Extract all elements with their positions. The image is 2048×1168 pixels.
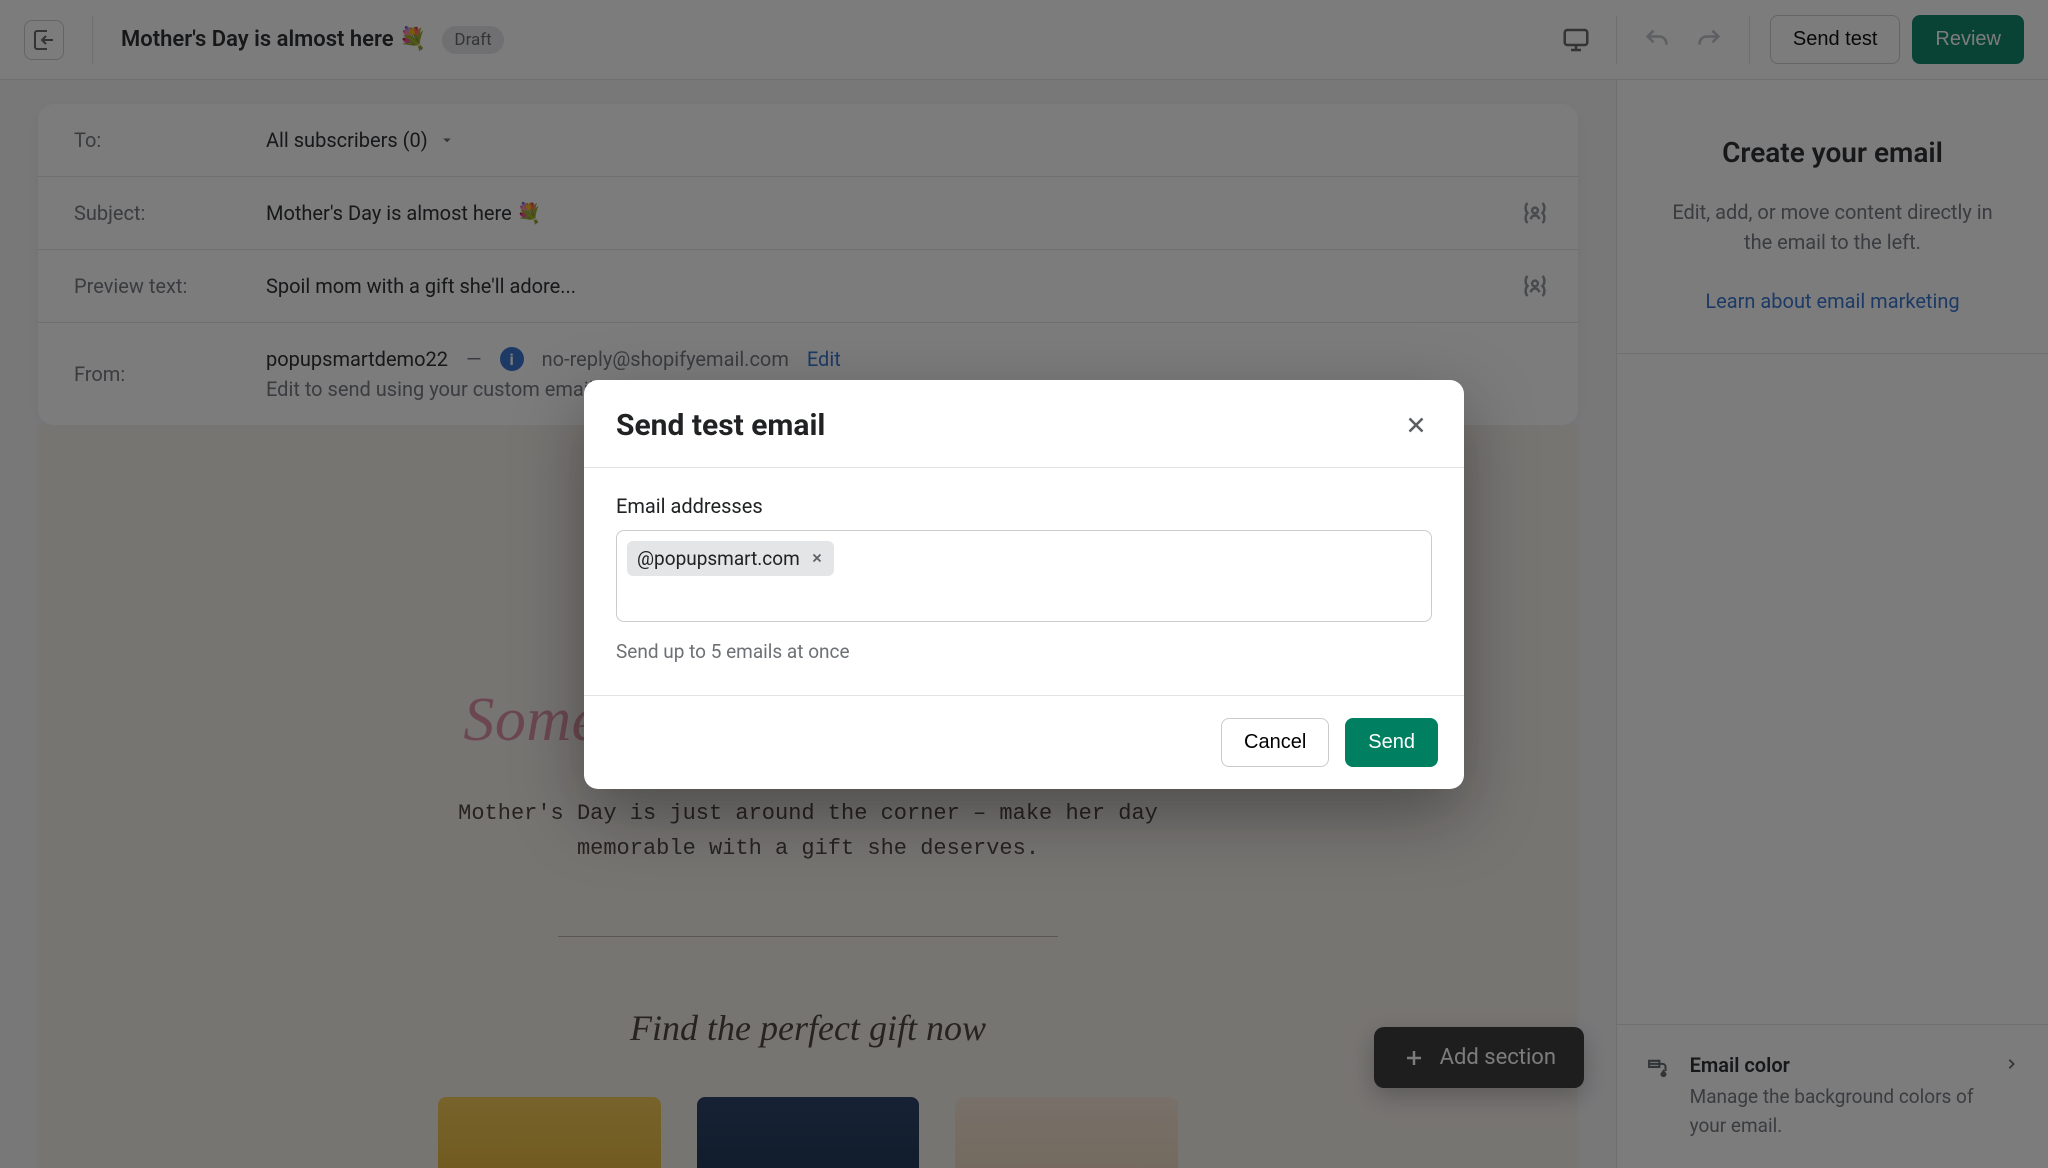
modal-body: Email addresses @popupsmart.com Send up … (584, 468, 1464, 695)
email-chip-value: @popupsmart.com (637, 547, 800, 570)
cancel-button[interactable]: Cancel (1221, 718, 1329, 767)
modal-header: Send test email (584, 380, 1464, 468)
modal-close-button[interactable] (1400, 409, 1432, 441)
modal-backdrop[interactable]: Send test email Email addresses @popupsm… (0, 0, 2048, 1168)
email-help-text: Send up to 5 emails at once (616, 640, 1432, 663)
close-icon (1403, 412, 1429, 438)
email-chip[interactable]: @popupsmart.com (627, 541, 834, 576)
send-test-modal: Send test email Email addresses @popupsm… (584, 380, 1464, 789)
modal-title: Send test email (616, 408, 825, 443)
email-addresses-input[interactable]: @popupsmart.com (616, 530, 1432, 622)
close-icon (810, 551, 824, 565)
email-addresses-label: Email addresses (616, 494, 1432, 518)
modal-footer: Cancel Send (584, 695, 1464, 789)
send-button[interactable]: Send (1345, 718, 1438, 767)
chip-remove-button[interactable] (810, 551, 824, 565)
